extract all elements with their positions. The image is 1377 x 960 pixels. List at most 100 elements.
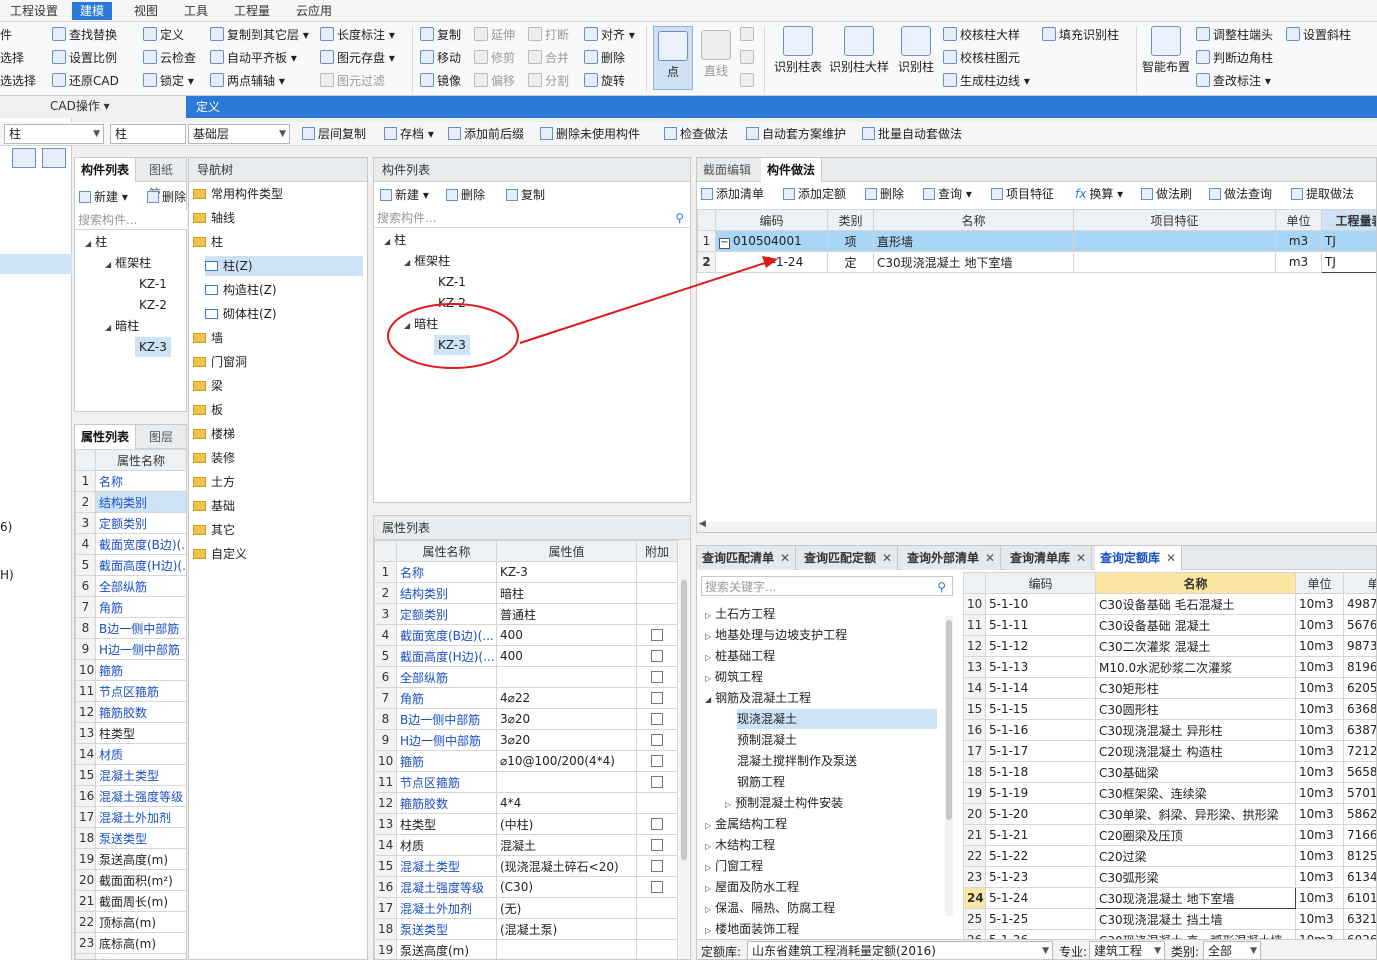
lock-button[interactable]: 锁定 ▾ (143, 71, 194, 91)
quota-row[interactable]: 105-1-10C30设备基础 毛石混凝土10m34987. (963, 593, 1376, 615)
left-prop-row[interactable]: 17 混凝土外加剂 (75, 806, 186, 828)
check-column-element-button[interactable]: 校核柱图元 (943, 48, 1020, 68)
quota-unit[interactable]: 10m3 (1295, 719, 1344, 741)
add-prefix-suffix-button[interactable]: 添加前后缀 (448, 124, 524, 144)
checkbox[interactable] (651, 650, 663, 662)
left-prop-name[interactable]: 泵送类型 (95, 827, 186, 849)
nav-item[interactable]: 板 (193, 400, 223, 420)
prop-row[interactable]: 7 角筋 4⌀22 (374, 687, 678, 709)
close-icon[interactable]: ✕ (882, 551, 892, 565)
prop-extra[interactable] (636, 729, 678, 751)
checkbox[interactable] (651, 881, 663, 893)
prop-extra[interactable] (636, 834, 678, 856)
method-row-bill[interactable]: 1 −010504001 项 直形墙 m3 TJ (697, 230, 1376, 252)
method-name[interactable]: 直形墙 (873, 230, 1074, 252)
quota-name[interactable]: C30设备基础 混凝土 (1095, 614, 1296, 636)
smart-layout-button[interactable]: 智能布置 (1140, 26, 1192, 75)
prop-row[interactable]: 5 截面高度(H边)(... 400 (374, 645, 678, 667)
left-prop-name[interactable]: 混凝土强度等级 (95, 785, 186, 807)
tab-query-bill-lib[interactable]: 查询清单库 ✕ (1005, 546, 1093, 570)
quota-row[interactable]: 255-1-25C30现浇混凝土 挡土墙10m36321. (963, 908, 1376, 930)
quota-code[interactable]: 5-1-13 (985, 656, 1096, 678)
nav-item[interactable]: 砌体柱(Z) (205, 304, 277, 324)
quota-name[interactable]: C30现浇混凝土 挡土墙 (1095, 908, 1296, 930)
nav-item[interactable]: 常用构件类型 (193, 184, 283, 204)
prop-extra[interactable] (636, 750, 678, 772)
delete-unused-button[interactable]: 删除未使用构件 (540, 124, 640, 144)
check-method-button[interactable]: 检查做法 (664, 124, 728, 144)
menu-modeling[interactable]: 建模 (72, 2, 113, 20)
quota-code[interactable]: 5-1-12 (985, 635, 1096, 657)
nav-item[interactable]: 梁 (193, 376, 223, 396)
left-prop-name[interactable]: 箍筋胶数 (95, 701, 186, 723)
left-prop-row[interactable]: 2 结构类别 (75, 491, 186, 513)
left-prop-row[interactable]: 11 节点区箍筋 (75, 680, 186, 702)
quota-name[interactable]: C20过梁 (1095, 845, 1296, 867)
prop-value[interactable]: 暗柱 (496, 582, 637, 604)
left-prop-row[interactable]: 3 定额类别 (75, 512, 186, 534)
quota-price[interactable]: 6368. (1343, 698, 1376, 720)
menu-project-settings[interactable]: 工程设置 (2, 2, 66, 20)
prop-row[interactable]: 10 箍筋 ⌀10@100/200(4*4) (374, 750, 678, 772)
draw-line-button[interactable]: 直线 (698, 26, 734, 79)
quota-price[interactable]: 6387. (1343, 719, 1376, 741)
quota-unit[interactable]: 10m3 (1295, 635, 1344, 657)
edit-label-button[interactable]: 查改标注 ▾ (1196, 71, 1271, 91)
checkbox[interactable] (651, 671, 663, 683)
prop-value[interactable]: 3⌀20 (496, 729, 637, 751)
tab-query-match-quota[interactable]: 查询匹配定额 ✕ (799, 546, 899, 570)
prop-row[interactable]: 19 泵送高度(m) (374, 939, 678, 959)
prop-extra[interactable] (636, 876, 678, 898)
quota-unit[interactable]: 10m3 (1295, 761, 1344, 783)
method-expr[interactable]: TJ (1321, 230, 1376, 252)
draw-point-button[interactable]: 点 (653, 26, 693, 90)
quota-code[interactable]: 5-1-20 (985, 803, 1096, 825)
prop-row[interactable]: 17 混凝土外加剂 (无) (374, 897, 678, 919)
left-prop-row[interactable]: 20 截面面积(m²) (75, 869, 186, 891)
left-tree-kz2[interactable]: KZ-2 (139, 295, 167, 315)
quota-lib-combo[interactable]: 山东省建筑工程消耗量定额(2016) ▼ (747, 941, 1053, 959)
major-combo[interactable]: 建筑工程 ▼ (1089, 941, 1165, 959)
left-prop-name[interactable]: 名称 (95, 470, 186, 492)
nav-item[interactable]: 装修 (193, 448, 235, 468)
add-bill-button[interactable]: 添加清单 (701, 183, 764, 205)
properties-scrollbar[interactable] (679, 540, 689, 959)
tree-scrollbar[interactable] (945, 616, 953, 916)
expand-icon[interactable]: ▷ (705, 611, 711, 620)
left-tree-hidden-column[interactable]: ◢ 暗柱 (105, 316, 139, 336)
copy-to-layer-button[interactable]: 复制到其它层 ▾ (210, 25, 309, 45)
left-prop-row[interactable]: 4 截面宽度(B边)(... (75, 533, 186, 555)
prop-row[interactable]: 9 H边一侧中部筋 3⌀20 (374, 729, 678, 751)
left-prop-name[interactable]: 柱类型 (95, 722, 186, 744)
prop-row[interactable]: 16 混凝土强度等级 (C30) (374, 876, 678, 898)
quota-row[interactable]: 145-1-14C30矩形柱10m36205. (963, 677, 1376, 699)
nav-item[interactable]: 柱 (193, 232, 223, 252)
quota-price[interactable]: 8196. (1343, 656, 1376, 678)
prop-extra[interactable] (636, 939, 678, 959)
left-tree-column[interactable]: ◢ 柱 (85, 232, 107, 252)
gen-column-edge-button[interactable]: 生成柱边线 ▾ (943, 71, 1030, 91)
expand-icon[interactable]: ▷ (705, 821, 711, 830)
checkbox[interactable] (651, 755, 663, 767)
quota-unit[interactable]: 10m3 (1295, 866, 1344, 888)
prop-row[interactable]: 4 截面宽度(B边)(... 400 (374, 624, 678, 646)
quota-unit[interactable]: 10m3 (1295, 614, 1344, 636)
expand-icon[interactable]: ▷ (725, 800, 731, 809)
quota-name[interactable]: C30矩形柱 (1095, 677, 1296, 699)
left-search-input[interactable]: 搜索构件... (75, 210, 187, 230)
left-prop-row[interactable]: 12 箍筋胶数 (75, 701, 186, 723)
left-tree-kz1[interactable]: KZ-1 (139, 274, 167, 294)
prop-extra[interactable] (636, 708, 678, 730)
prop-row[interactable]: 13 柱类型 (中柱) (374, 813, 678, 835)
quota-tree-item[interactable]: ▷ 保温、隔热、防腐工程 (705, 898, 835, 918)
merge-button[interactable]: 合并 (528, 48, 569, 68)
save-elements-button[interactable]: 图元存盘 ▾ (320, 48, 395, 68)
checkbox[interactable] (651, 860, 663, 872)
nav-item[interactable]: 其它 (193, 520, 235, 540)
quota-code[interactable]: 5-1-23 (985, 866, 1096, 888)
quota-tree-item[interactable]: ▷ 砌筑工程 (705, 667, 763, 687)
method-code[interactable]: 5-1-24 (715, 251, 828, 273)
quota-unit[interactable]: 10m3 (1295, 698, 1344, 720)
nav-item[interactable]: 轴线 (193, 208, 235, 228)
find-replace-button[interactable]: 查找替换 (52, 25, 117, 45)
